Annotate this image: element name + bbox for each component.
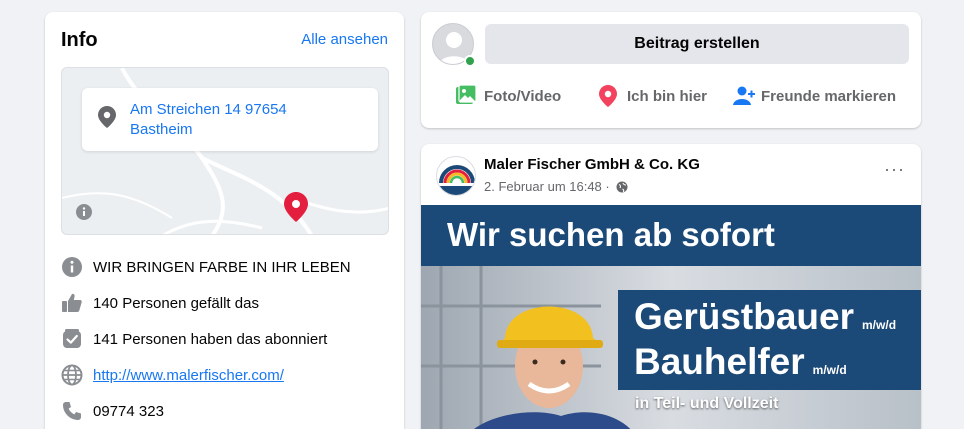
post-card: Maler Fischer GmbH & Co. KG 2. Februar u… [421,144,921,429]
map-pin-icon [98,106,116,133]
address-box[interactable]: Am Streichen 14 97654 Bastheim [82,88,378,151]
image-headline: Wir suchen ab sofort [447,216,775,253]
info-card: Info Alle ansehen Am Streichen 14 97654 … [45,12,404,429]
job-title-2: Bauhelfer m/w/d [634,341,847,383]
online-status-dot [464,55,476,67]
job-titles-box: Gerüstbauer m/w/d Bauhelfer m/w/d [618,290,921,390]
image-headline-banner: Wir suchen ab sofort [421,205,921,266]
location-marker-icon [284,192,308,227]
profile-avatar[interactable] [432,23,476,67]
info-row-likes: 140 Personen gefällt das [61,292,391,316]
thumbs-up-icon [61,292,83,314]
more-options-button[interactable]: ··· [884,160,905,178]
follow-check-icon [61,328,83,350]
info-row-website[interactable]: http://www.malerfischer.com/ [61,364,391,388]
map-info-icon[interactable] [76,204,92,225]
photo-video-label: Foto/Video [484,88,562,105]
page-description: WIR BRINGEN FARBE IN IHR LEBEN [93,259,351,276]
globe-icon [61,364,83,386]
post-meta: 2. Februar um 16:48 · [484,179,628,196]
info-icon [61,256,83,278]
info-row-followers: 141 Personen haben das abonniert [61,328,391,352]
post-composer: Beitrag erstellen Foto/Video Ich bin hie… [421,12,921,128]
page-name[interactable]: Maler Fischer GmbH & Co. KG [484,156,700,173]
info-title: Info [61,29,98,51]
address-text[interactable]: Am Streichen 14 97654 Bastheim [130,100,360,140]
likes-count: 140 Personen gefällt das [93,295,259,312]
job-title-2-gender: m/w/d [812,363,847,377]
address-street[interactable]: Am Streichen 14 97654 [130,100,360,120]
audience-globe-icon [616,181,628,196]
website-link[interactable]: http://www.malerfischer.com/ [93,367,284,385]
phone-number: 09774 323 [93,403,164,420]
page-logo[interactable] [436,156,476,196]
phone-icon [61,400,83,422]
info-row-description: WIR BRINGEN FARBE IN IHR LEBEN [61,256,391,280]
address-city[interactable]: Bastheim [130,120,360,140]
location-map[interactable]: Am Streichen 14 97654 Bastheim [61,67,389,235]
composer-actions: Foto/Video Ich bin hier Freunde markiere… [421,82,921,112]
post-image[interactable]: Wir suchen ab sofort Gerüstbauer m/w/d B… [421,205,921,429]
tag-friends-label: Freunde markieren [761,88,897,105]
create-post-button[interactable]: Beitrag erstellen [485,24,909,64]
job-title-1-text: Gerüstbauer [634,296,855,337]
check-in-label: Ich bin hier [627,88,708,105]
job-title-1: Gerüstbauer m/w/d [634,296,896,338]
tag-friends-icon [733,85,755,112]
post-date[interactable]: 2. Februar um 16:48 · [484,179,610,194]
info-header: Info Alle ansehen [61,28,388,52]
followers-count: 141 Personen haben das abonniert [93,331,328,348]
photo-video-icon [456,84,477,110]
info-row-phone: 09774 323 [61,400,391,424]
see-all-link[interactable]: Alle ansehen [301,31,388,48]
job-title-2-text: Bauhelfer [634,341,805,382]
location-pin-icon [599,85,617,112]
job-title-1-gender: m/w/d [862,318,897,332]
image-subline: in Teil- und Vollzeit [635,395,779,412]
